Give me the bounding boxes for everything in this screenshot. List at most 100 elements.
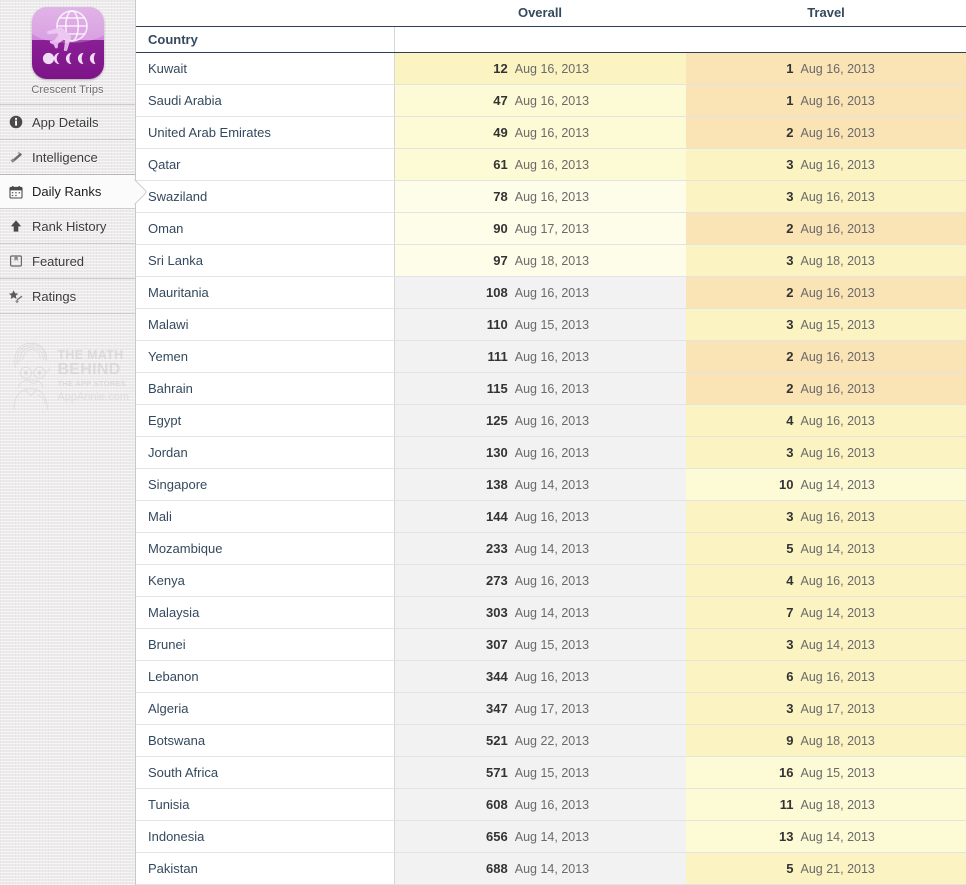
- overall-rank-value: 571: [486, 764, 508, 780]
- overall-rank-value: 110: [486, 316, 508, 332]
- travel-app-icon: [31, 7, 104, 79]
- country-name: Pakistan: [136, 852, 395, 885]
- overall-rank-date: Aug 16, 2013: [514, 797, 590, 812]
- table-row[interactable]: Swaziland 78 Aug 16, 2013 3 Aug 16, 2013: [136, 180, 966, 213]
- travel-rank-value: 3: [786, 252, 794, 268]
- table-row[interactable]: Indonesia 656 Aug 14, 2013 13 Aug 14, 2013: [136, 820, 966, 853]
- overall-rank-cell: 125 Aug 16, 2013: [394, 404, 686, 437]
- overall-rank-date: Aug 16, 2013: [514, 285, 590, 300]
- travel-rank-value: 3: [786, 700, 794, 716]
- travel-rank-cell: 3 Aug 18, 2013: [686, 244, 966, 277]
- overall-rank-cell: 608 Aug 16, 2013: [394, 788, 686, 821]
- table-row[interactable]: Algeria 347 Aug 17, 2013 3 Aug 17, 2013: [136, 692, 966, 725]
- table-row[interactable]: Kenya 273 Aug 16, 2013 4 Aug 16, 2013: [136, 564, 966, 597]
- overall-rank-date: Aug 14, 2013: [514, 829, 590, 844]
- table-row[interactable]: Yemen 111 Aug 16, 2013 2 Aug 16, 2013: [136, 340, 966, 373]
- sidebar-item-featured[interactable]: Featured: [0, 244, 135, 279]
- travel-rank-value: 1: [786, 60, 794, 76]
- country-name: Swaziland: [136, 180, 395, 213]
- table-row[interactable]: United Arab Emirates 49 Aug 16, 2013 2 Aug 1…: [136, 116, 966, 149]
- overall-rank-value: 61: [493, 156, 508, 172]
- overall-rank-date: Aug 16, 2013: [514, 349, 590, 364]
- travel-rank-cell: 3 Aug 14, 2013: [686, 628, 966, 661]
- overall-rank-date: Aug 16, 2013: [514, 669, 590, 684]
- travel-rank-cell: 2 Aug 16, 2013: [686, 212, 966, 245]
- table-row[interactable]: Mauritania 108 Aug 16, 2013 2 Aug 16, 2013: [136, 276, 966, 309]
- table-row[interactable]: Pakistan 688 Aug 14, 2013 5 Aug 21, 2013: [136, 852, 966, 885]
- overall-rank-date: Aug 22, 2013: [514, 733, 590, 748]
- overall-rank-date: Aug 16, 2013: [514, 445, 590, 460]
- overall-rank-date: Aug 16, 2013: [514, 93, 590, 108]
- table-row[interactable]: Kuwait 12 Aug 16, 2013 1 Aug 16, 2013: [136, 52, 966, 85]
- travel-rank-cell: 13 Aug 14, 2013: [686, 820, 966, 853]
- table-row[interactable]: Malaysia 303 Aug 14, 2013 7 Aug 14, 2013: [136, 596, 966, 629]
- calendar-icon: [7, 183, 24, 200]
- travel-rank-date: Aug 14, 2013: [800, 829, 875, 844]
- country-name: Egypt: [136, 404, 395, 437]
- travel-rank-date: Aug 14, 2013: [800, 541, 875, 556]
- table-row[interactable]: Malawi 110 Aug 15, 2013 3 Aug 15, 2013: [136, 308, 966, 341]
- travel-rank-value: 13: [779, 828, 794, 844]
- table-row[interactable]: Mali 144 Aug 16, 2013 3 Aug 16, 2013: [136, 500, 966, 533]
- table-row[interactable]: South Africa 571 Aug 15, 2013 16 Aug 15, 201…: [136, 756, 966, 789]
- table-row[interactable]: Oman 90 Aug 17, 2013 2 Aug 16, 2013: [136, 212, 966, 245]
- travel-rank-date: Aug 17, 2013: [800, 701, 875, 716]
- overall-rank-value: 144: [486, 508, 508, 524]
- table-row[interactable]: Egypt 125 Aug 16, 2013 4 Aug 16, 2013: [136, 404, 966, 437]
- overall-rank-date: Aug 16, 2013: [514, 573, 590, 588]
- travel-rank-cell: 2 Aug 16, 2013: [686, 116, 966, 149]
- wand-icon: [7, 149, 24, 166]
- sidebar-item-label: Daily Ranks: [32, 184, 102, 199]
- table-row[interactable]: Brunei 307 Aug 15, 2013 3 Aug 14, 2013: [136, 628, 966, 661]
- star-icon: [7, 288, 24, 305]
- sidebar-item-label: Ratings: [32, 288, 77, 304]
- overall-rank-value: 303: [486, 604, 508, 620]
- sidebar-item-ratings[interactable]: Ratings: [0, 279, 135, 314]
- table-row[interactable]: Bahrain 115 Aug 16, 2013 2 Aug 16, 2013: [136, 372, 966, 405]
- travel-rank-date: Aug 16, 2013: [800, 93, 875, 108]
- overall-rank-date: Aug 14, 2013: [514, 605, 590, 620]
- travel-rank-cell: 3 Aug 17, 2013: [686, 692, 966, 725]
- travel-rank-cell: 2 Aug 16, 2013: [686, 372, 966, 405]
- table-row[interactable]: Botswana 521 Aug 22, 2013 9 Aug 18, 2013: [136, 724, 966, 757]
- app-card: Crescent Trips: [0, 0, 135, 104]
- travel-rank-cell: 4 Aug 16, 2013: [686, 564, 966, 597]
- table-head: Overall Travel Country: [136, 0, 966, 53]
- table-row[interactable]: Saudi Arabia 47 Aug 16, 2013 1 Aug 16, 2013: [136, 84, 966, 117]
- sidebar-item-intelligence[interactable]: Intelligence: [0, 140, 135, 175]
- sidebar-nav: App Details Intelligence Daily Ranks Ran…: [0, 104, 135, 314]
- watermark-line-1: THE MATH: [57, 347, 124, 362]
- travel-rank-date: Aug 18, 2013: [800, 733, 875, 748]
- overall-rank-value: 90: [493, 220, 508, 236]
- mascot-illustration: [13, 342, 51, 410]
- overall-rank-value: 12: [493, 60, 508, 76]
- travel-rank-cell: 6 Aug 16, 2013: [686, 660, 966, 693]
- table-row[interactable]: Qatar 61 Aug 16, 2013 3 Aug 16, 2013: [136, 148, 966, 181]
- sidebar-item-rank-history[interactable]: Rank History: [0, 209, 135, 244]
- table-row[interactable]: Singapore 138 Aug 14, 2013 10 Aug 14, 2013: [136, 468, 966, 501]
- travel-rank-value: 11: [779, 796, 794, 812]
- table-row[interactable]: Mozambique 233 Aug 14, 2013 5 Aug 14, 2013: [136, 532, 966, 565]
- travel-rank-cell: 4 Aug 16, 2013: [686, 404, 966, 437]
- table-row[interactable]: Sri Lanka 97 Aug 18, 2013 3 Aug 18, 2013: [136, 244, 966, 277]
- table-row[interactable]: Jordan 130 Aug 16, 2013 3 Aug 16, 2013: [136, 436, 966, 469]
- travel-rank-date: Aug 16, 2013: [800, 157, 875, 172]
- travel-rank-value: 3: [786, 508, 794, 524]
- country-name: United Arab Emirates: [136, 116, 395, 149]
- sidebar-item-daily-ranks[interactable]: Daily Ranks: [0, 174, 135, 209]
- column-header-country[interactable]: Country: [136, 26, 395, 53]
- travel-rank-value: 4: [786, 572, 794, 588]
- table-row[interactable]: Tunisia 608 Aug 16, 2013 11 Aug 18, 2013: [136, 788, 966, 821]
- sidebar-item-app-details[interactable]: App Details: [0, 105, 135, 140]
- overall-rank-date: Aug 18, 2013: [514, 253, 590, 268]
- travel-rank-value: 3: [786, 156, 794, 172]
- country-name: Saudi Arabia: [136, 84, 395, 117]
- table-row[interactable]: Lebanon 344 Aug 16, 2013 6 Aug 16, 2013: [136, 660, 966, 693]
- overall-rank-value: 608: [486, 796, 508, 812]
- travel-rank-date: Aug 14, 2013: [800, 605, 875, 620]
- country-name: Tunisia: [136, 788, 395, 821]
- group-header-row: Overall Travel: [136, 0, 966, 27]
- overall-rank-value: 130: [486, 444, 508, 460]
- travel-rank-date: Aug 16, 2013: [800, 381, 875, 396]
- column-header-overall-blank: [394, 26, 686, 53]
